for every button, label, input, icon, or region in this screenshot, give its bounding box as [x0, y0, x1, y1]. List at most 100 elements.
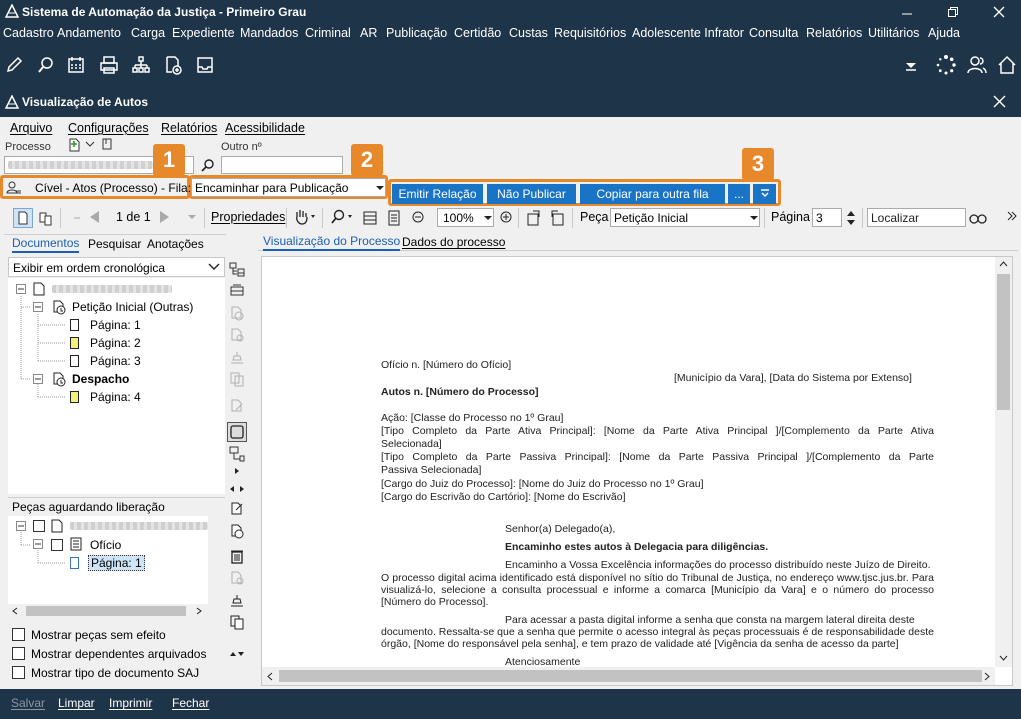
- close-app-button[interactable]: [976, 0, 1021, 24]
- menu-configuracoes[interactable]: Configurações: [68, 121, 149, 135]
- copy-icon[interactable]: [229, 614, 245, 630]
- menu-custas[interactable]: Custas: [509, 26, 548, 40]
- menu-relatorios-window[interactable]: Relatórios: [161, 121, 217, 135]
- menu-adolescente-infrator[interactable]: Adolescente Infrator: [632, 26, 744, 40]
- document-approve-icon[interactable]: [229, 501, 245, 517]
- emitir-relacao-button[interactable]: Emitir Relação: [392, 184, 483, 204]
- chevron-down-icon[interactable]: [85, 140, 95, 148]
- scroll-right-icon[interactable]: [234, 467, 240, 475]
- peca-select[interactable]: Petição Inicial: [610, 208, 760, 227]
- page-spinner-icon[interactable]: [846, 208, 856, 228]
- tree-page-4[interactable]: Página: 4: [90, 390, 141, 404]
- tab-visualizacao-processo[interactable]: Visualização do Processo: [263, 234, 401, 251]
- mostrar-tipo-documento-saj-label[interactable]: Mostrar tipo de documento SAJ: [31, 666, 199, 680]
- scroll-down-icon[interactable]: [999, 655, 1008, 661]
- scroll-left-icon[interactable]: [12, 607, 18, 615]
- single-page-view-button[interactable]: [13, 208, 33, 228]
- close-window-icon[interactable]: [993, 95, 1006, 108]
- menu-certidao[interactable]: Certidão: [454, 26, 501, 40]
- mostrar-dependentes-arquivados-checkbox[interactable]: [12, 647, 25, 660]
- awaiting-root-checkbox[interactable]: [33, 520, 45, 532]
- localizar-input[interactable]: Localizar: [867, 208, 966, 227]
- edit-icon[interactable]: [1, 52, 27, 78]
- outro-numero-input[interactable]: [221, 156, 343, 174]
- tab-anotacoes[interactable]: Anotações: [147, 237, 204, 251]
- tree-page-1[interactable]: Página: 1: [90, 318, 141, 332]
- scroll-up-icon[interactable]: [999, 261, 1008, 267]
- overflow-chevron-icon[interactable]: [1007, 211, 1017, 223]
- nao-publicar-button[interactable]: Não Publicar: [487, 184, 576, 204]
- fila-select[interactable]: Encaminhar para Publicação: [191, 178, 386, 197]
- tree-structure-icon[interactable]: [229, 446, 245, 462]
- stack-icon[interactable]: [229, 283, 245, 299]
- menu-acessibilidade[interactable]: Acessibilidade: [225, 121, 305, 135]
- expand-actions-button[interactable]: [753, 184, 776, 204]
- scrollbar-thumb[interactable]: [26, 606, 186, 616]
- fechar-button[interactable]: Fechar: [172, 696, 209, 710]
- multi-page-icon[interactable]: [38, 210, 54, 226]
- minimize-button[interactable]: [884, 0, 930, 24]
- pagina-input[interactable]: 3: [812, 208, 842, 227]
- limpar-button[interactable]: Limpar: [58, 696, 95, 710]
- copiar-outra-fila-button[interactable]: Copiar para outra fila: [580, 184, 725, 204]
- order-select[interactable]: Exibir em ordem cronológica: [8, 257, 225, 277]
- delete-icon[interactable]: [229, 548, 245, 564]
- menu-publicacao[interactable]: Publicação: [386, 26, 447, 40]
- document-history-icon[interactable]: [229, 523, 245, 539]
- new-document-icon[interactable]: [67, 138, 81, 152]
- menu-cadastro[interactable]: Cadastro: [3, 26, 54, 40]
- home-icon[interactable]: [994, 52, 1020, 78]
- tree-page-2[interactable]: Página: 2: [90, 336, 141, 350]
- tree-peticao-inicial[interactable]: Petição Inicial (Outras): [72, 300, 193, 314]
- tree-despacho[interactable]: Despacho: [72, 372, 129, 386]
- zoom-select[interactable]: 100%: [437, 208, 494, 227]
- next-page-icon[interactable]: [156, 209, 172, 225]
- search-icon[interactable]: [201, 158, 215, 172]
- scroll-up-down-icon[interactable]: [229, 650, 245, 658]
- hierarchy-icon[interactable]: [128, 52, 154, 78]
- menu-ajuda[interactable]: Ajuda: [928, 26, 960, 40]
- scrollbar-thumb[interactable]: [997, 274, 1010, 410]
- zoom-in-icon[interactable]: [499, 210, 513, 224]
- tab-dados-processo[interactable]: Dados do processo: [402, 235, 505, 249]
- menu-expediente[interactable]: Expediente: [172, 26, 235, 40]
- menu-consulta[interactable]: Consulta: [749, 26, 798, 40]
- sign-icon[interactable]: [229, 592, 245, 608]
- menu-andamento[interactable]: Andamento: [57, 26, 121, 40]
- imprimir-button[interactable]: Imprimir: [109, 696, 152, 710]
- menu-ar[interactable]: AR: [360, 26, 377, 40]
- awaiting-horizontal-scrollbar[interactable]: [8, 604, 208, 618]
- mostrar-pecas-sem-efeito-label[interactable]: Mostrar peças sem efeito: [31, 628, 166, 642]
- tree-oficio-page-1[interactable]: Página: 1: [88, 555, 145, 571]
- last-page-icon[interactable]: [188, 214, 196, 220]
- select-tool-button[interactable]: [227, 422, 247, 442]
- binoculars-icon[interactable]: [969, 210, 987, 224]
- viewer-horizontal-scrollbar[interactable]: [262, 667, 995, 685]
- more-actions-button[interactable]: ...: [728, 184, 750, 204]
- tab-documentos[interactable]: Documentos: [12, 236, 80, 253]
- dropdown-arrow-icon[interactable]: [898, 52, 924, 78]
- fit-page-icon[interactable]: [386, 210, 402, 226]
- scrollbar-thumb[interactable]: [279, 670, 982, 682]
- scroll-right-icon[interactable]: [984, 672, 990, 681]
- mostrar-pecas-sem-efeito-checkbox[interactable]: [12, 628, 25, 641]
- propriedades-button[interactable]: Propriedades: [211, 210, 285, 224]
- salvar-button[interactable]: Salvar: [11, 696, 45, 710]
- add-document-icon[interactable]: [160, 52, 186, 78]
- menu-carga[interactable]: Carga: [131, 26, 165, 40]
- scroll-left-icon[interactable]: [267, 672, 273, 681]
- zoom-out-icon[interactable]: [411, 210, 425, 224]
- inbox-icon[interactable]: [192, 52, 218, 78]
- scroll-left-right-icon[interactable]: [229, 485, 245, 493]
- menu-utilitarios[interactable]: Utilitários: [868, 26, 919, 40]
- first-page-icon[interactable]: [72, 214, 82, 222]
- mostrar-dependentes-arquivados-label[interactable]: Mostrar dependentes arquivados: [31, 647, 206, 661]
- bookmark-icon[interactable]: [101, 138, 113, 150]
- tree-page-3[interactable]: Página: 3: [90, 354, 141, 368]
- document-viewer[interactable]: Ofício n. [Número do Ofício] [Município …: [261, 256, 1013, 686]
- calendar-icon[interactable]: [63, 52, 89, 78]
- menu-relatorios[interactable]: Relatórios: [806, 26, 862, 40]
- search-document-icon[interactable]: [33, 52, 59, 78]
- users-icon[interactable]: [964, 52, 990, 78]
- viewer-vertical-scrollbar[interactable]: [995, 257, 1012, 667]
